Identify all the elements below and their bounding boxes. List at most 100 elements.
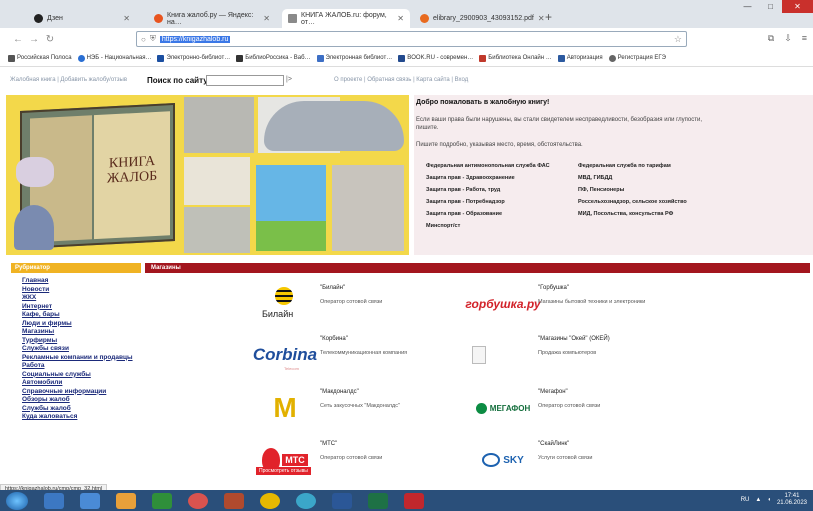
language-indicator[interactable]: RU xyxy=(741,497,750,503)
star-icon[interactable]: ☆ xyxy=(674,34,682,45)
org-link[interactable]: Защита прав - Работа, труд xyxy=(426,187,578,193)
org-link[interactable]: Федеральная антимонопольная служба ФАС xyxy=(426,163,578,169)
pdf-app-icon[interactable] xyxy=(404,492,424,509)
shop-card[interactable]: Билайн "Билайн" Оператор сотовой связи xyxy=(250,281,462,326)
bookmark[interactable]: НЭБ - Национальная… xyxy=(77,54,151,62)
shop-card[interactable]: МЕГАФОН "Мегафон" Оператор сотовой связи xyxy=(468,385,680,430)
close-tab-icon[interactable]: ✕ xyxy=(397,14,404,23)
ie-app-icon[interactable] xyxy=(80,492,100,509)
rubric-link[interactable]: Магазины xyxy=(22,328,140,337)
rubric-link[interactable]: Куда жаловаться xyxy=(22,413,140,422)
clock[interactable]: 17:41 21.06.2023 xyxy=(777,493,807,507)
shop-name[interactable]: "Корбина" xyxy=(320,336,348,342)
bookmark[interactable]: BOOK.RU - современ… xyxy=(398,54,473,62)
org-link[interactable]: Федеральная служба по тарифам xyxy=(578,163,728,169)
close-tab-icon[interactable]: ✕ xyxy=(538,14,545,23)
rubric-link[interactable]: Службы связи xyxy=(22,345,140,354)
minimize-button[interactable]: — xyxy=(736,0,759,13)
rubric-link[interactable]: ЖКХ xyxy=(22,294,140,303)
rubric-link[interactable]: Новости xyxy=(22,286,140,295)
rubric-link[interactable]: Интернет xyxy=(22,303,140,312)
shop-card[interactable]: МТС Просмотреть отзывы "МТС" Оператор со… xyxy=(250,437,462,480)
shop-name[interactable]: "СкайЛинк" xyxy=(538,441,569,447)
download-icon[interactable]: ⇩ xyxy=(784,33,792,44)
explorer-app-icon[interactable] xyxy=(44,492,64,509)
beeline-logo[interactable]: Билайн xyxy=(254,285,316,323)
top-left-links[interactable]: Жалобная книга | Добавить жалобу/отзыв xyxy=(10,77,127,83)
rubric-link[interactable]: Турфирмы xyxy=(22,337,140,346)
rubric-link[interactable]: Рекламные компании и продавцы xyxy=(22,354,140,363)
view-reviews-button[interactable]: Просмотреть отзывы xyxy=(256,467,311,475)
close-tab-icon[interactable]: ✕ xyxy=(263,14,270,23)
mcdonalds-logo[interactable]: M xyxy=(254,389,316,427)
bookmark[interactable]: Российская Полоса xyxy=(8,54,72,62)
info-icon[interactable]: ○ xyxy=(141,35,146,44)
shop-card[interactable]: SKY "СкайЛинк" Услуги сотовой связи xyxy=(468,437,680,480)
shop-name[interactable]: "Горбушка" xyxy=(538,285,569,291)
org-link[interactable]: МВД, ГИБДД xyxy=(578,175,728,181)
org-link[interactable]: Минспорт/ст xyxy=(426,223,578,229)
tab-yandex[interactable]: Книга жалоб.ру — Яндекс: на… ✕ xyxy=(148,9,276,28)
app-icon[interactable] xyxy=(224,492,244,509)
org-link[interactable]: Защита прав - Здравоохранение xyxy=(426,175,578,181)
word-app-icon[interactable] xyxy=(332,492,352,509)
corbina-logo[interactable]: Corbina Telecom xyxy=(253,336,317,374)
shop-card[interactable]: "Магазины "Окей" (ОКЕЙ) Продажа компьюте… xyxy=(468,332,680,377)
skylink-logo[interactable]: SKY xyxy=(472,441,534,479)
close-window-button[interactable]: ✕ xyxy=(782,0,813,13)
rubric-link[interactable]: Социальные службы xyxy=(22,371,140,380)
tab-dzen[interactable]: Дзен ✕ xyxy=(28,9,136,28)
tab-elibrary[interactable]: elibrary_2900903_43093152.pdf ✕ xyxy=(414,9,545,28)
shop-card[interactable]: M "Макдоналдс" Сеть закусочных "Макдонал… xyxy=(250,385,462,430)
app-icon[interactable] xyxy=(368,492,388,509)
site-search-input[interactable] xyxy=(206,75,284,86)
bookmark[interactable]: Библиотека Онлайн … xyxy=(479,54,552,62)
shop-card[interactable]: горбушка.ру "Горбушка" Магазины бытовой … xyxy=(465,281,680,326)
collections-icon[interactable]: ⧉ xyxy=(768,33,774,44)
edge-app-icon[interactable] xyxy=(296,492,316,509)
bookmark[interactable]: Авторизация xyxy=(557,54,603,62)
lock-icon[interactable]: ⛨ xyxy=(150,34,156,44)
shop-name[interactable]: "Билайн" xyxy=(320,285,345,291)
shop-name[interactable]: "Магазины "Окей" (ОКЕЙ) xyxy=(538,336,610,342)
rubric-link[interactable]: Автомобили xyxy=(22,379,140,388)
tab-knigazhalob[interactable]: КНИГА ЖАЛОБ.ru: форум, от… ✕ xyxy=(282,9,410,28)
shop-card[interactable]: Corbina Telecom "Корбина" Телекоммуникац… xyxy=(250,332,462,377)
bookmark[interactable]: Электронная библиот… xyxy=(316,54,392,62)
rubric-link[interactable]: Обзоры жалоб xyxy=(22,396,140,405)
maximize-button[interactable]: □ xyxy=(759,0,782,13)
new-tab-button[interactable]: + xyxy=(545,10,552,24)
top-links[interactable]: О проекте | Обратная связь | Карта сайта… xyxy=(334,77,468,83)
forward-icon[interactable]: → xyxy=(26,34,42,45)
gorbushka-logo[interactable]: горбушка.ру xyxy=(465,285,540,323)
rubric-link[interactable]: Справочные информации xyxy=(22,388,140,397)
rubric-link[interactable]: Службы жалоб xyxy=(22,405,140,414)
address-bar[interactable]: ○ ⛨ https://knigazhalob.ru ☆ xyxy=(136,31,687,47)
org-link[interactable]: Защита прав - Потребнадзор xyxy=(426,199,578,205)
okei-logo[interactable] xyxy=(472,336,534,374)
org-link[interactable]: Россельхознадзор, сельское хозяйство xyxy=(578,199,728,205)
shop-name[interactable]: "Мегафон" xyxy=(538,389,568,395)
folder-app-icon[interactable] xyxy=(116,492,136,509)
shop-name[interactable]: "МТС" xyxy=(320,441,337,447)
menu-icon[interactable]: ≡ xyxy=(802,33,807,44)
rubric-link[interactable]: Главная xyxy=(22,277,140,286)
rubric-link[interactable]: Люди и фирмы xyxy=(22,320,140,329)
bookmark[interactable]: Электронно-библиот… xyxy=(157,54,230,62)
org-link[interactable]: Защита прав - Образование xyxy=(426,211,578,217)
chrome-app-icon[interactable] xyxy=(260,492,280,509)
back-icon[interactable]: ← xyxy=(10,34,26,45)
url-text[interactable]: https://knigazhalob.ru xyxy=(159,35,231,43)
org-link[interactable] xyxy=(578,223,728,229)
bookmark[interactable]: Регистрация ЕГЭ xyxy=(608,54,666,62)
volume-icon[interactable]: ◖ xyxy=(767,497,771,503)
network-icon[interactable]: ▲ xyxy=(755,497,761,503)
start-button[interactable] xyxy=(6,491,28,510)
search-go-button[interactable]: |> xyxy=(286,76,292,83)
reload-icon[interactable]: ↻ xyxy=(42,34,58,45)
close-tab-icon[interactable]: ✕ xyxy=(123,14,130,23)
rubric-link[interactable]: Кафе, бары xyxy=(22,311,140,320)
bookmark[interactable]: БиблиоРоссика - Ваб… xyxy=(236,54,311,62)
megafon-logo[interactable]: МЕГАФОН xyxy=(472,389,534,427)
yandex-app-icon[interactable] xyxy=(188,492,208,509)
